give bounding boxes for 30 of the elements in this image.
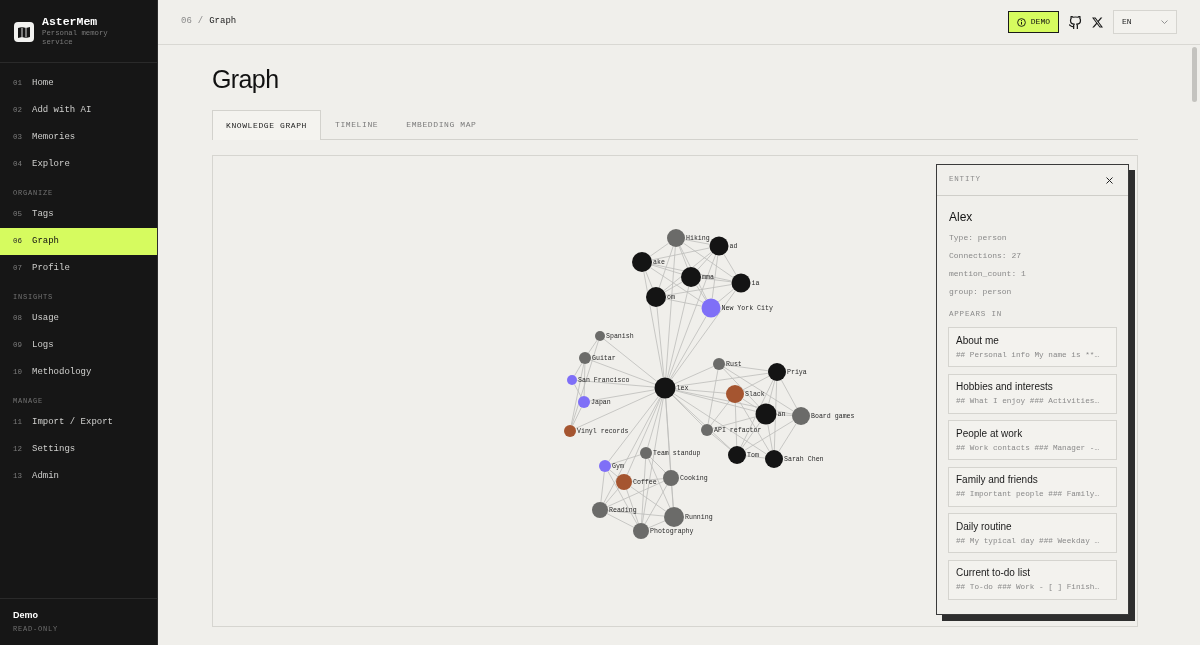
entity-name: Alex: [948, 209, 973, 225]
github-icon[interactable]: [1069, 15, 1082, 29]
memory-title: About me: [956, 334, 999, 347]
language-select[interactable]: EN: [1113, 10, 1177, 34]
demo-button[interactable]: DEMO: [1007, 11, 1059, 33]
logo-icon: [14, 21, 34, 42]
close-icon: [1106, 176, 1113, 184]
page-title: Graph: [212, 64, 279, 94]
x-logo-icon[interactable]: [1092, 16, 1103, 28]
breadcrumb-current: Graph: [209, 15, 237, 29]
breadcrumb-separator: /: [197, 15, 204, 29]
account-name: Demo: [13, 610, 38, 621]
info-icon: [1016, 17, 1026, 27]
entity-property: Type: person: [949, 232, 1007, 244]
tab[interactable]: TIMELINE: [321, 110, 393, 140]
memory-title: People at work: [956, 427, 1023, 440]
chevron-down-icon: [1161, 20, 1168, 24]
entity-property: group: person: [949, 286, 1012, 298]
memory-title: Family and friends: [956, 474, 1038, 487]
tab[interactable]: EMBEDDING MAP: [392, 110, 491, 140]
memory-title: Current to-do list: [956, 567, 1030, 580]
app-name: AsterMem: [42, 16, 99, 28]
close-button[interactable]: [1104, 174, 1115, 186]
memory-title: Hobbies and interests: [956, 381, 1053, 394]
entity-property: mention_count: 1: [949, 268, 1026, 280]
breadcrumb-number: 06: [181, 15, 192, 29]
entity-property: Connections: 27: [949, 250, 1021, 262]
memory-title: Daily routine: [956, 520, 1012, 533]
tab[interactable]: KNOWLEDGE GRAPH: [212, 110, 321, 140]
scrollbar-thumb[interactable]: [1192, 47, 1197, 102]
